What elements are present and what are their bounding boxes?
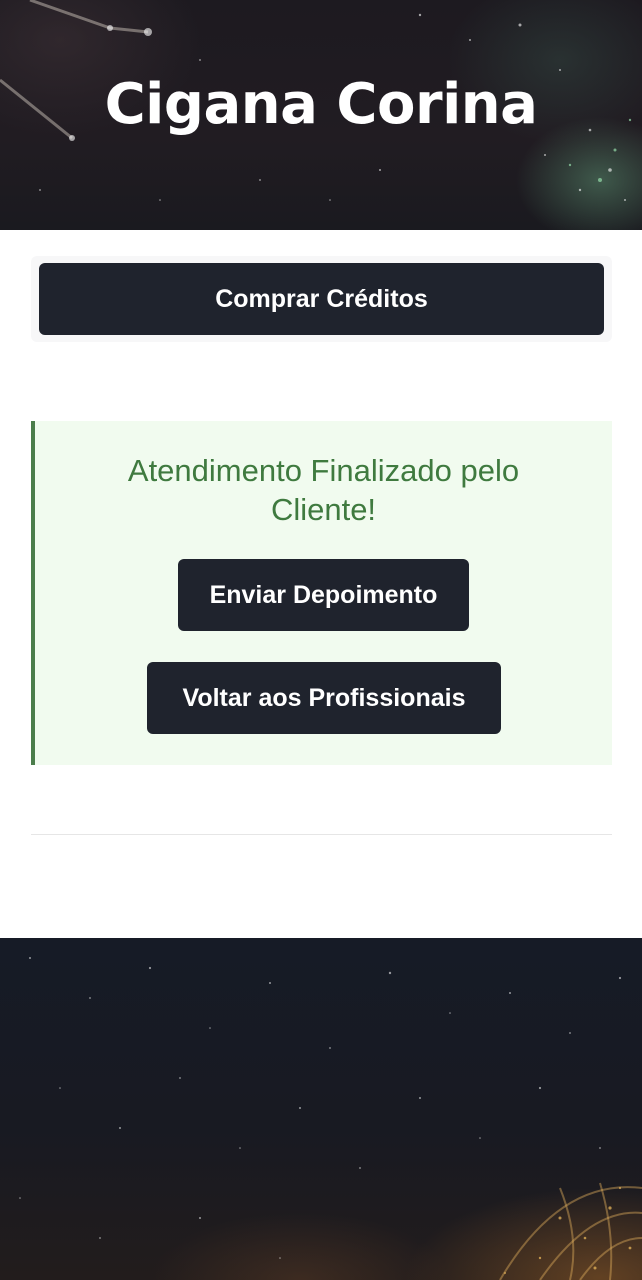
send-testimonial-button[interactable]: Enviar Depoimento [178, 559, 469, 631]
session-ended-notice: Atendimento Finalizado pelo Cliente! Env… [31, 421, 612, 765]
site-title: Cigana Corina [104, 72, 538, 137]
header-banner: Cigana Corina [0, 0, 642, 230]
footer-background [0, 938, 642, 1280]
divider [31, 834, 612, 835]
credits-panel: Comprar Créditos [31, 256, 612, 342]
main-content: Comprar Créditos Atendimento Finalizado … [0, 230, 642, 938]
buy-credits-button[interactable]: Comprar Créditos [39, 263, 604, 335]
page: Cigana Corina Comprar Créditos Atendimen… [0, 0, 642, 1280]
session-ended-message: Atendimento Finalizado pelo Cliente! [127, 453, 520, 527]
starfield-decoration [19, 957, 642, 1280]
back-to-professionals-button[interactable]: Voltar aos Profissionais [147, 662, 501, 734]
